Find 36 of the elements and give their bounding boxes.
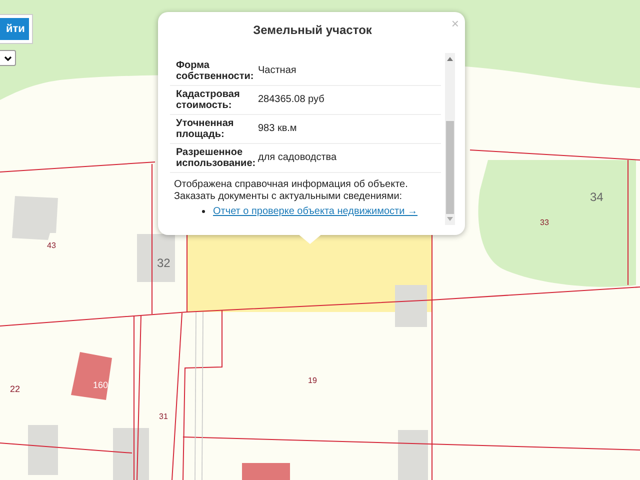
scroll-up-icon (447, 57, 453, 61)
building (28, 425, 58, 475)
building (242, 463, 290, 480)
field-value: Частная (257, 65, 296, 76)
parcel-number: 160 (93, 380, 108, 390)
building (395, 285, 427, 327)
parcel-number: 33 (540, 218, 549, 227)
field-value: 284365.08 руб (257, 94, 324, 105)
field-label: Форма собственности: (176, 60, 255, 82)
field-value: 983 кв.м (257, 123, 297, 134)
search-button[interactable]: йти (0, 18, 29, 40)
parcel-number: 32 (157, 256, 170, 270)
bullet-icon (202, 210, 205, 213)
building (71, 352, 112, 400)
building (12, 196, 58, 240)
parcel-number: 22 (10, 384, 20, 394)
building (137, 234, 175, 282)
field-label: Кадастровая стоимость: (176, 88, 241, 110)
parcel-number: 43 (47, 241, 56, 250)
caret-icon (4, 56, 12, 60)
scroll-down-icon (447, 217, 453, 221)
scrollbar[interactable] (445, 53, 455, 225)
field-label: Разрешенное использование: (176, 146, 256, 168)
building (113, 428, 149, 480)
dropdown-select[interactable] (0, 50, 16, 66)
parcel-number: 31 (159, 412, 168, 421)
building (398, 430, 428, 480)
info-text: Отображена справочная информация об объекте. (174, 179, 409, 191)
field-value: для садоводства (257, 152, 337, 163)
report-link[interactable]: Отчет о проверке объекта недвижимости → (213, 206, 418, 217)
parcel-number: 34 (590, 190, 604, 204)
parcel-number: 19 (308, 376, 317, 385)
info-text: Заказать документы с актуальными сведениями: (174, 191, 404, 203)
field-label: Уточненная площадь: (176, 118, 235, 140)
scrollbar-thumb[interactable] (446, 121, 454, 214)
popup-title: Земельный участок (253, 23, 372, 37)
